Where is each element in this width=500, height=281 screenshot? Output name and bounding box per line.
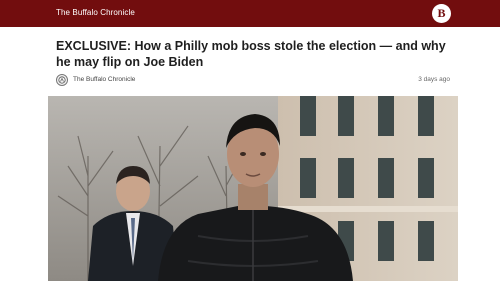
site-logo-icon[interactable]: B [432,4,451,23]
article-hero-image[interactable] [48,96,458,281]
article-headline[interactable]: EXCLUSIVE: How a Philly mob boss stole t… [56,38,456,70]
article-timestamp: 3 days ago [418,76,450,83]
site-header-bar: The Buffalo Chronicle B [0,0,500,27]
source-logo-icon [56,74,68,86]
article-source[interactable]: The Buffalo Chronicle [73,76,135,83]
site-name-link[interactable]: The Buffalo Chronicle [56,8,135,17]
